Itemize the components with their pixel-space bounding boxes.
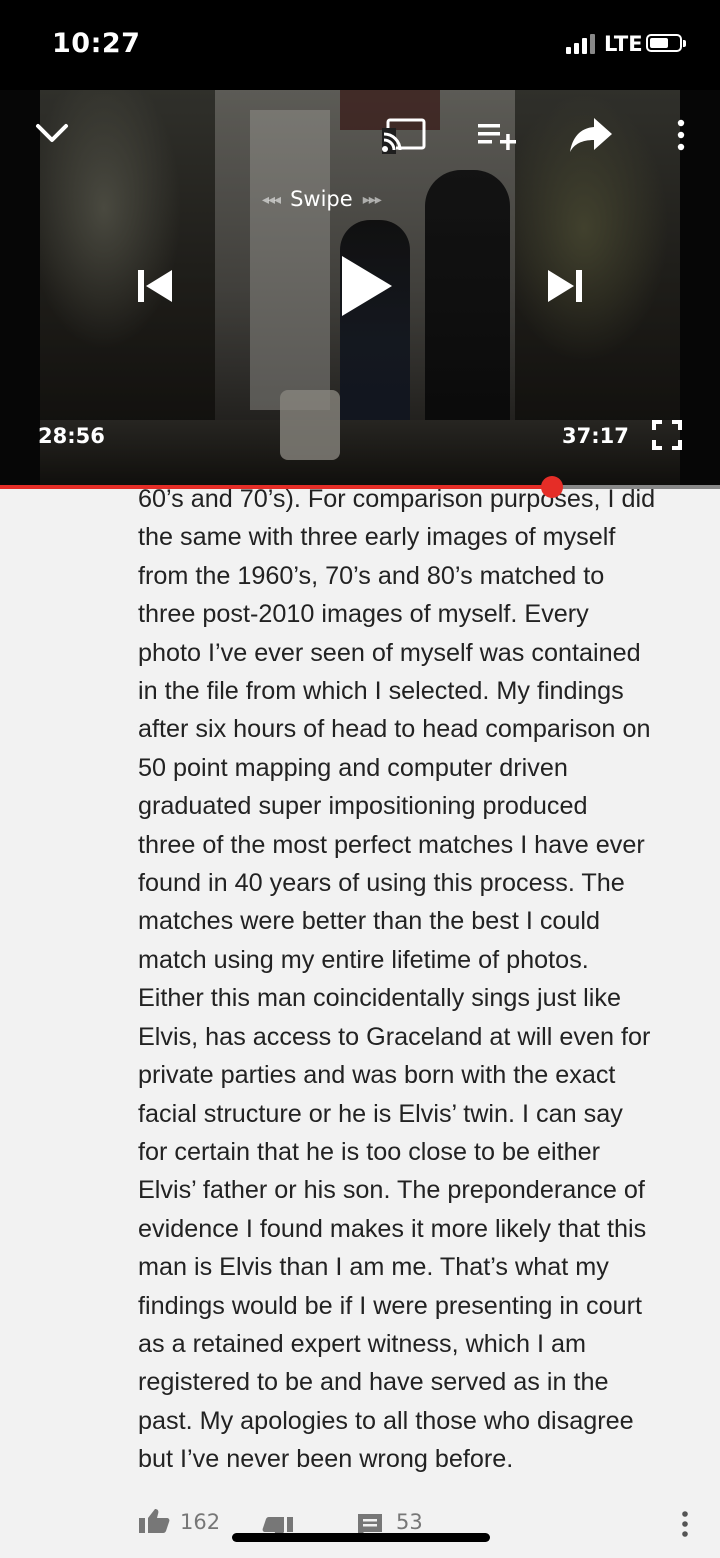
comment-line: for certain that he is too close to be e… bbox=[138, 1137, 601, 1166]
progress-played bbox=[0, 485, 552, 489]
comment-line: found in 40 years of using this process.… bbox=[138, 869, 625, 898]
comment-line: 50 point mapping and computer driven bbox=[138, 753, 568, 782]
comment-line: matches were better than the best I coul… bbox=[138, 907, 601, 936]
comment-line: Elvis, has access to Graceland at will e… bbox=[138, 1022, 651, 1051]
comment-line: private parties and was born with the ex… bbox=[138, 1061, 616, 1090]
comment-line: photo I’ve ever seen of myself was conta… bbox=[138, 638, 641, 667]
status-time: 10:27 bbox=[52, 28, 141, 59]
status-bar: 10:27 LTE bbox=[0, 0, 720, 90]
comment-line: registered to be and have served as in t… bbox=[138, 1368, 609, 1397]
progress-scrubber-handle[interactable] bbox=[540, 476, 563, 498]
video-player[interactable]: ◂◂◂ Swipe ▸▸▸ 28:56 37:17 bbox=[0, 90, 720, 485]
comment-more-icon[interactable] bbox=[679, 1510, 691, 1538]
home-indicator bbox=[232, 1533, 490, 1542]
comment-line: in the file from which I selected. My fi… bbox=[138, 677, 624, 706]
chevron-down-icon[interactable] bbox=[34, 120, 70, 146]
comment-line: Either this man coincidentally sings jus… bbox=[138, 984, 621, 1013]
comment-line: after six hours of head to head comparis… bbox=[138, 715, 651, 744]
comment-actions: 162 53 bbox=[0, 1500, 720, 1550]
reply-count: 53 bbox=[396, 1510, 423, 1534]
comment-line: findings would be if I were presenting i… bbox=[138, 1291, 643, 1320]
comment-line: three of the most perfect matches I have… bbox=[138, 830, 645, 859]
thumbs-up-icon[interactable] bbox=[138, 1508, 170, 1534]
share-icon[interactable] bbox=[568, 116, 614, 154]
play-icon[interactable] bbox=[338, 254, 394, 318]
more-vert-icon[interactable] bbox=[674, 118, 688, 152]
network-type: LTE bbox=[604, 32, 643, 56]
add-to-queue-icon[interactable] bbox=[476, 122, 518, 152]
comment-line: the same with three early images of myse… bbox=[138, 523, 616, 552]
comment-line: evidence I found makes it more likely th… bbox=[138, 1214, 647, 1243]
comment-line: but I’ve never been wrong before. bbox=[138, 1445, 514, 1474]
comment-line: past. My apologies to all those who disa… bbox=[138, 1406, 634, 1435]
battery-icon bbox=[646, 34, 686, 52]
comment-line: three post-2010 images of myself. Every bbox=[138, 600, 589, 629]
swipe-hint: ◂◂◂ Swipe ▸▸▸ bbox=[262, 187, 382, 211]
current-time: 28:56 bbox=[38, 424, 105, 448]
total-time: 37:17 bbox=[562, 424, 629, 448]
comment-line: match using my entire lifetime of photos… bbox=[138, 945, 589, 974]
comment-line: graduated super impositioning produced bbox=[138, 792, 588, 821]
previous-icon[interactable] bbox=[136, 268, 176, 304]
signal-icon bbox=[566, 32, 598, 54]
comment-text: 60’s and 70’s). For comparison purposes,… bbox=[138, 480, 698, 1475]
video-progress-bar[interactable] bbox=[0, 476, 720, 498]
comment-line: from the 1960’s, 70’s and 80’s matched t… bbox=[138, 561, 605, 590]
swipe-label: Swipe bbox=[290, 187, 353, 211]
like-count: 162 bbox=[180, 1510, 221, 1534]
fullscreen-icon[interactable] bbox=[652, 420, 682, 450]
cast-icon[interactable] bbox=[382, 118, 428, 154]
comment-line: facial structure or he is Elvis’ twin. I… bbox=[138, 1099, 623, 1128]
comment-line: man is Elvis than I am me. That’s what m… bbox=[138, 1253, 609, 1282]
next-icon[interactable] bbox=[544, 268, 584, 304]
comment-line: as a retained expert witness, which I am bbox=[138, 1329, 586, 1358]
comment-line: Elvis’ father or his son. The prepondera… bbox=[138, 1176, 645, 1205]
